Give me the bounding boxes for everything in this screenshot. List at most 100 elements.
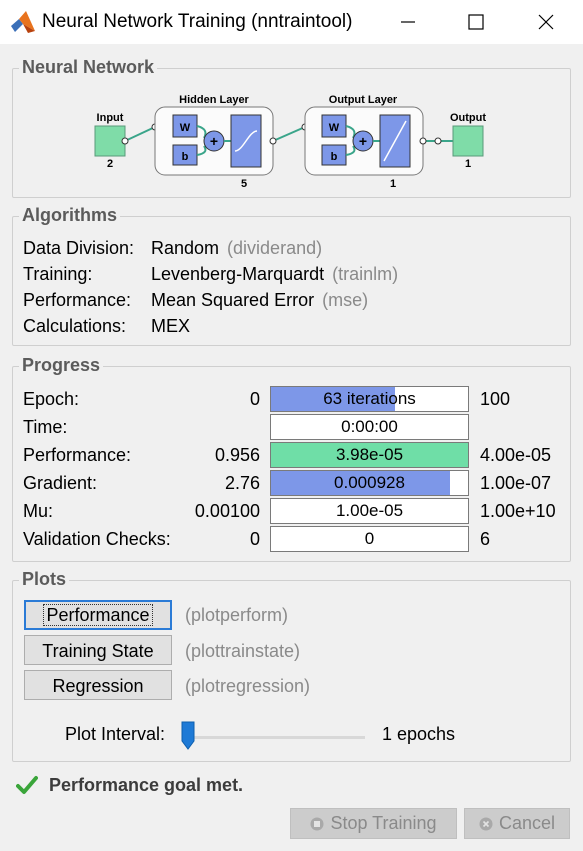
training-state-plot-button[interactable]: Training State <box>24 635 172 665</box>
plot-function-label: (plotregression) <box>185 676 311 696</box>
progress-row-performance: Performance: 0.956 3.98e-05 4.00e-05 <box>13 442 570 468</box>
progress-bar: 0 <box>270 526 469 552</box>
progress-bar-text: 1.00e-05 <box>335 501 404 520</box>
algorithm-function: (dividerand) <box>227 238 323 258</box>
progress-panel: Progress Epoch: 0 63 iterations 100 Time… <box>12 355 571 562</box>
progress-label: Performance: <box>23 445 132 465</box>
algorithms-panel: Algorithms Data Division: Random (dividera… <box>12 205 571 346</box>
algorithm-key: Training: <box>23 264 93 284</box>
algorithm-key: Performance: <box>23 290 132 310</box>
algorithm-row-calculations: Calculations: MEX <box>23 316 198 337</box>
plot-function-label: (plottrainstate) <box>185 641 301 661</box>
algorithm-key: Data Division: <box>23 238 135 258</box>
input-label: Input <box>97 112 124 124</box>
algorithm-row-performance: Performance: Mean Squared Error (mse) <box>23 290 368 311</box>
progress-row-validation-checks: Validation Checks: 0 0 6 <box>13 526 570 552</box>
output-layer-label: Output Layer <box>329 94 398 106</box>
progress-start-value: 0 <box>249 529 260 549</box>
progress-start-value: 0 <box>249 389 260 409</box>
neural-network-panel: Neural Network Input 2 Hidden Layer W b … <box>12 57 571 198</box>
plot-interval-value: 1 epochs <box>382 724 456 744</box>
algorithm-value: Levenberg-Marquardt <box>151 264 325 284</box>
plot-interval-label: Plot Interval: <box>65 724 166 744</box>
progress-legend: Progress <box>19 355 104 376</box>
progress-end-value: 4.00e-05 <box>480 445 552 465</box>
button-label: Regression <box>52 676 144 696</box>
output-size: 1 <box>465 158 471 170</box>
progress-end-value: 1.00e+10 <box>480 501 556 521</box>
hidden-weight-symbol: W <box>180 122 191 134</box>
progress-bar: 63 iterations <box>270 386 469 412</box>
performance-plot-button[interactable]: Performance <box>24 600 172 630</box>
progress-end-value: 1.00e-07 <box>480 473 552 493</box>
regression-plot-button[interactable]: Regression <box>24 670 172 700</box>
plot-function-label: (plotperform) <box>185 605 289 625</box>
output-label: Output <box>450 112 486 124</box>
algorithm-value: Random <box>151 238 220 258</box>
progress-end-value: 6 <box>480 529 491 549</box>
window-title: Neural Network Training (nntraintool) <box>42 11 353 32</box>
stop-training-label: Stop Training <box>330 813 437 833</box>
cancel-label: Cancel <box>498 813 556 833</box>
progress-start-value: 0.956 <box>214 445 260 465</box>
progress-bar: 0:00:00 <box>270 414 469 440</box>
progress-bar-text: 0.000928 <box>334 473 405 492</box>
svg-text:+: + <box>359 133 367 149</box>
plot-interval-slider[interactable] <box>183 736 365 739</box>
minimize-icon <box>401 21 415 23</box>
algorithms-legend: Algorithms <box>19 205 121 226</box>
progress-start-value: 0.00100 <box>194 501 260 521</box>
progress-bar: 1.00e-05 <box>270 498 469 524</box>
stop-training-button[interactable]: Stop Training <box>290 808 457 839</box>
plots-panel: Plots Performance (plotperform) Training… <box>12 569 571 762</box>
progress-row-gradient: Gradient: 2.76 0.000928 1.00e-07 <box>13 470 570 496</box>
progress-row-epoch: Epoch: 0 63 iterations 100 <box>13 386 570 412</box>
progress-bar-text: 63 iterations <box>323 389 416 408</box>
progress-bar-text: 3.98e-05 <box>335 445 404 464</box>
slider-thumb-icon[interactable] <box>181 721 195 751</box>
minimize-button[interactable] <box>379 0 437 44</box>
algorithm-key: Calculations: <box>23 316 127 336</box>
progress-start-value: 2.76 <box>224 473 260 493</box>
maximize-icon <box>468 14 484 30</box>
output-bias-symbol: b <box>331 151 338 163</box>
progress-bar-text: 0:00:00 <box>341 417 398 436</box>
progress-bar: 0.000928 <box>270 470 469 496</box>
progress-row-mu: Mu: 0.00100 1.00e-05 1.00e+10 <box>13 498 570 524</box>
button-label: Training State <box>42 641 154 661</box>
status-message: Performance goal met. <box>49 775 244 795</box>
close-icon <box>538 14 554 30</box>
hidden-layer-label: Hidden Layer <box>179 94 249 106</box>
progress-label: Gradient: <box>23 473 98 493</box>
checkmark-icon <box>16 776 38 794</box>
progress-label: Time: <box>23 417 68 437</box>
algorithm-row-training: Training: Levenberg-Marquardt (trainlm) <box>23 264 398 285</box>
progress-bar-text: 0 <box>364 529 375 548</box>
input-block <box>94 125 126 157</box>
cancel-icon <box>479 817 493 830</box>
progress-label: Validation Checks: <box>23 529 171 549</box>
button-label: Performance <box>43 604 153 626</box>
maximize-button[interactable] <box>447 0 505 44</box>
input-size: 2 <box>107 158 113 170</box>
cancel-button[interactable]: Cancel <box>464 808 570 839</box>
output-layer-size: 1 <box>390 178 396 190</box>
hidden-size: 5 <box>241 178 247 190</box>
svg-text:+: + <box>210 133 218 149</box>
algorithm-value: MEX <box>151 316 191 336</box>
stop-icon <box>310 817 324 830</box>
plots-legend: Plots <box>19 569 70 590</box>
algorithm-value: Mean Squared Error <box>151 290 315 310</box>
progress-row-time: Time: 0:00:00 <box>13 414 570 440</box>
hidden-bias-symbol: b <box>182 151 189 163</box>
output-block <box>452 125 484 157</box>
close-button[interactable] <box>517 0 575 44</box>
progress-bar: 3.98e-05 <box>270 442 469 468</box>
algorithm-row-data-division: Data Division: Random (dividerand) <box>23 238 322 259</box>
matlab-icon <box>11 11 35 33</box>
network-diagram: Input 2 Hidden Layer W b + 5 Output Laye… <box>94 94 486 190</box>
algorithm-function: (trainlm) <box>332 264 399 284</box>
progress-label: Epoch: <box>23 389 80 409</box>
algorithm-function: (mse) <box>322 290 369 310</box>
progress-end-value: 100 <box>480 389 511 409</box>
